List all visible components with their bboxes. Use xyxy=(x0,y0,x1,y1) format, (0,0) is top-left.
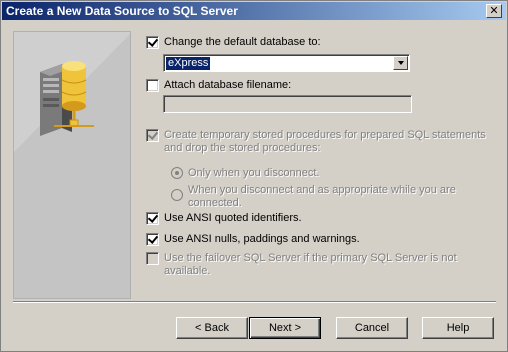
radio-only-disconnect[interactable] xyxy=(171,167,183,179)
attach-db-filename-option[interactable]: Attach database filename: xyxy=(146,79,291,92)
attach-db-filename-field[interactable] xyxy=(163,95,412,113)
radio-disconnect-appropriate-option[interactable]: When you disconnect and as appropriate w… xyxy=(171,184,471,210)
radio-only-disconnect-label: Only when you disconnect. xyxy=(188,167,320,179)
ansi-nulls-option[interactable]: Use ANSI nulls, paddings and warnings. xyxy=(146,233,360,246)
default-database-select[interactable]: eXpress xyxy=(163,54,410,72)
default-database-dropdown-button[interactable] xyxy=(393,56,408,70)
failover-checkbox[interactable] xyxy=(146,252,159,265)
next-button[interactable]: Next > xyxy=(249,317,321,339)
ansi-quoted-checkbox[interactable] xyxy=(146,212,159,225)
create-temp-procs-option[interactable]: Create temporary stored procedures for p… xyxy=(146,129,486,155)
cancel-button[interactable]: Cancel xyxy=(336,317,408,339)
ansi-nulls-checkbox[interactable] xyxy=(146,233,159,246)
change-default-db-option[interactable]: Change the default database to: xyxy=(146,36,321,49)
failover-option[interactable]: Use the failover SQL Server if the prima… xyxy=(146,252,466,278)
radio-disconnect-appropriate-label: When you disconnect and as appropriate w… xyxy=(188,184,456,209)
close-icon: ✕ xyxy=(489,4,499,17)
dialog-window: Create a New Data Source to SQL Server ✕ xyxy=(0,0,508,352)
failover-label: Use the failover SQL Server if the prima… xyxy=(164,252,457,277)
radio-only-disconnect-option[interactable]: Only when you disconnect. xyxy=(171,167,319,180)
button-separator xyxy=(13,301,496,303)
default-database-value: eXpress xyxy=(164,56,212,71)
change-default-db-checkbox[interactable] xyxy=(146,36,159,49)
wizard-image-panel xyxy=(13,31,131,299)
ansi-nulls-label: Use ANSI nulls, paddings and warnings. xyxy=(164,233,360,245)
change-default-db-label: Change the default database to: xyxy=(164,36,321,48)
chevron-down-icon xyxy=(397,61,404,65)
ansi-quoted-label: Use ANSI quoted identifiers. xyxy=(164,212,302,224)
window-title: Create a New Data Source to SQL Server xyxy=(6,4,238,18)
database-server-network-icon xyxy=(14,32,130,298)
attach-db-filename-label: Attach database filename: xyxy=(164,79,292,91)
title-bar[interactable]: Create a New Data Source to SQL Server ✕ xyxy=(2,2,506,20)
close-button[interactable]: ✕ xyxy=(486,4,502,18)
help-button[interactable]: Help xyxy=(422,317,494,339)
attach-db-filename-checkbox[interactable] xyxy=(146,79,159,92)
ansi-quoted-option[interactable]: Use ANSI quoted identifiers. xyxy=(146,212,302,225)
radio-disconnect-appropriate[interactable] xyxy=(171,189,183,201)
create-temp-procs-label: Create temporary stored procedures for p… xyxy=(164,129,486,154)
create-temp-procs-checkbox[interactable] xyxy=(146,129,159,142)
back-button[interactable]: < Back xyxy=(176,317,248,339)
